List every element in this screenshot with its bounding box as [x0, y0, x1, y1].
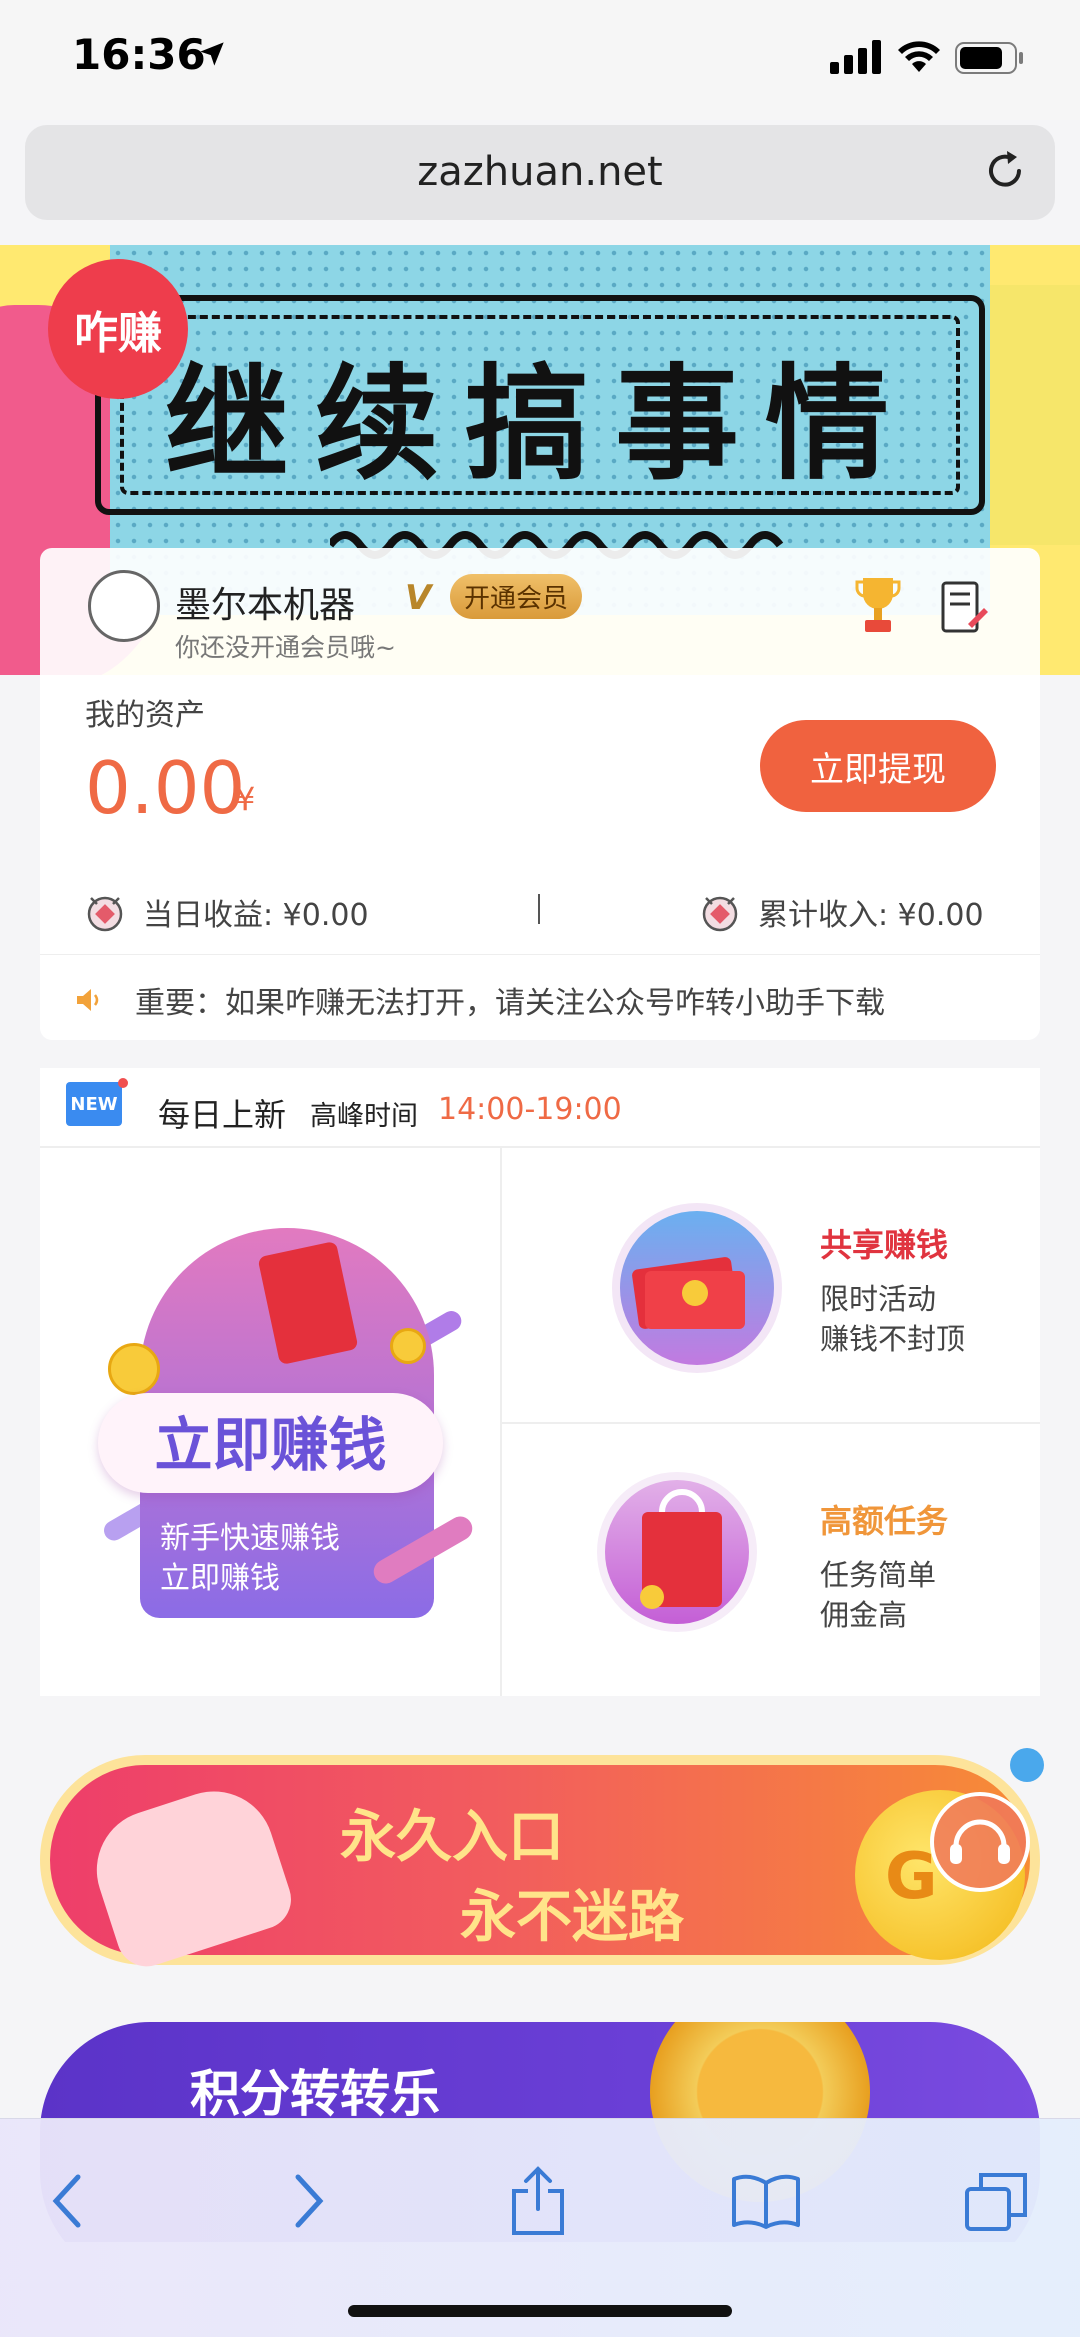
reload-icon[interactable]: [981, 147, 1029, 195]
speaker-icon: [77, 989, 99, 1011]
high-task-line2: 佣金高: [820, 1598, 908, 1632]
tabs-button[interactable]: [956, 2161, 1036, 2241]
url-text: zazhuan.net: [417, 149, 663, 195]
tabs-icon: [965, 2173, 1027, 2231]
high-task-tile[interactable]: 高额任务 任务简单 佣金高: [502, 1424, 1040, 1696]
vip-status-text: 你还没开通会员哦~: [175, 633, 396, 662]
gold-coin-icon: [390, 1328, 426, 1364]
divider: [40, 954, 1040, 955]
high-task-title: 高额任务: [820, 1502, 949, 1540]
banner-line1: 永久入口: [340, 1805, 564, 1870]
customer-service-icon[interactable]: [930, 1792, 1030, 1892]
red-envelope-icon: [632, 1257, 745, 1329]
currency-symbol: ¥: [235, 780, 256, 818]
earn-now-line1: 新手快速赚钱: [160, 1521, 340, 1556]
total-income: 累计收入: ¥0.00: [700, 890, 984, 934]
location-arrow-icon: [200, 42, 224, 66]
notice-bar[interactable]: 重要：如果咋赚无法打开，请关注公众号咋转小助手下载: [75, 978, 885, 1022]
coin-icon: [702, 896, 738, 932]
forward-button[interactable]: [268, 2161, 348, 2241]
bookmarks-button[interactable]: [726, 2161, 806, 2241]
notice-text: 重要：如果咋赚无法打开，请关注公众号咋转小助手下载: [135, 986, 885, 1021]
assets-label: 我的资产: [85, 698, 205, 733]
stat-separator: [538, 894, 540, 924]
back-button[interactable]: [28, 2161, 108, 2241]
daily-header: NEW 每日上新 高峰时间 14:00-19:00: [40, 1068, 1040, 1148]
v-mark-icon: V: [405, 578, 432, 618]
daily-income: 当日收益: ¥0.00: [85, 890, 369, 934]
trophy-icon[interactable]: [855, 576, 901, 634]
earn-now-line2: 立即赚钱: [160, 1561, 280, 1596]
share-button[interactable]: [498, 2161, 578, 2241]
brand-badge: 咋赚: [48, 259, 188, 399]
hero-title: 继续搞事情: [164, 353, 915, 497]
address-bar[interactable]: zazhuan.net: [25, 125, 1055, 220]
banner-line2: 永不迷路: [460, 1885, 684, 1950]
assets-card: 我的资产 0.00 ¥ 立即提现 当日收益: ¥0.00 累计收入: ¥0.00…: [40, 678, 1040, 1040]
gold-coin-icon: [108, 1343, 160, 1395]
forever-entry-banner[interactable]: 永久入口 永不迷路 G: [40, 1710, 1044, 1975]
points-title: 积分转转乐: [190, 2065, 440, 2123]
document-icon[interactable]: [940, 580, 988, 636]
high-task-line1: 任务简单: [820, 1558, 937, 1592]
share-earn-line1: 限时活动: [820, 1282, 937, 1316]
total-income-text: 累计收入: ¥0.00: [758, 898, 984, 933]
earn-now-title: 立即赚钱: [154, 1411, 387, 1479]
new-badge-icon: NEW: [66, 1078, 128, 1126]
avatar[interactable]: [88, 570, 160, 642]
share-earn-tile[interactable]: 共享赚钱 限时活动 赚钱不封顶: [502, 1148, 1040, 1422]
daily-new-section: NEW 每日上新 高峰时间 14:00-19:00 立即赚钱 新手快速赚钱 立即…: [40, 1068, 1040, 1696]
cellular-signal-icon: [830, 40, 881, 74]
balance-amount: 0.00: [85, 746, 246, 830]
status-bar: 16:36: [0, 0, 1080, 120]
wifi-icon: [898, 41, 940, 72]
battery-icon: [955, 42, 1023, 74]
open-vip-button[interactable]: 开通会员: [450, 574, 583, 619]
daily-title: 每日上新: [158, 1096, 287, 1134]
share-earn-title: 共享赚钱: [820, 1226, 949, 1264]
withdraw-button[interactable]: 立即提现: [760, 720, 996, 812]
home-indicator[interactable]: [348, 2305, 732, 2317]
chevron-right-icon: [295, 2174, 324, 2228]
share-icon: [512, 2166, 564, 2235]
peak-label: 高峰时间: [310, 1101, 418, 1132]
headset-icon: [950, 1819, 1010, 1864]
notification-dot: [1010, 1748, 1044, 1782]
coin-icon: [87, 896, 123, 932]
profile-card: 墨尔本机器 V 开通会员 你还没开通会员哦~: [40, 548, 1040, 678]
username: 墨尔本机器: [175, 585, 356, 626]
earn-now-tile[interactable]: 立即赚钱 新手快速赚钱 立即赚钱: [98, 1228, 477, 1628]
shopping-bag-icon: [640, 1489, 722, 1609]
book-icon: [732, 2174, 800, 2229]
status-time: 16:36: [72, 30, 206, 79]
share-earn-line2: 赚钱不封顶: [820, 1322, 966, 1356]
coin-letter: G: [885, 1840, 938, 1914]
peak-time: 14:00-19:00: [438, 1092, 622, 1127]
chevron-left-icon: [52, 2174, 81, 2228]
daily-income-text: 当日收益: ¥0.00: [143, 898, 369, 933]
browser-toolbar: [0, 2118, 1080, 2337]
